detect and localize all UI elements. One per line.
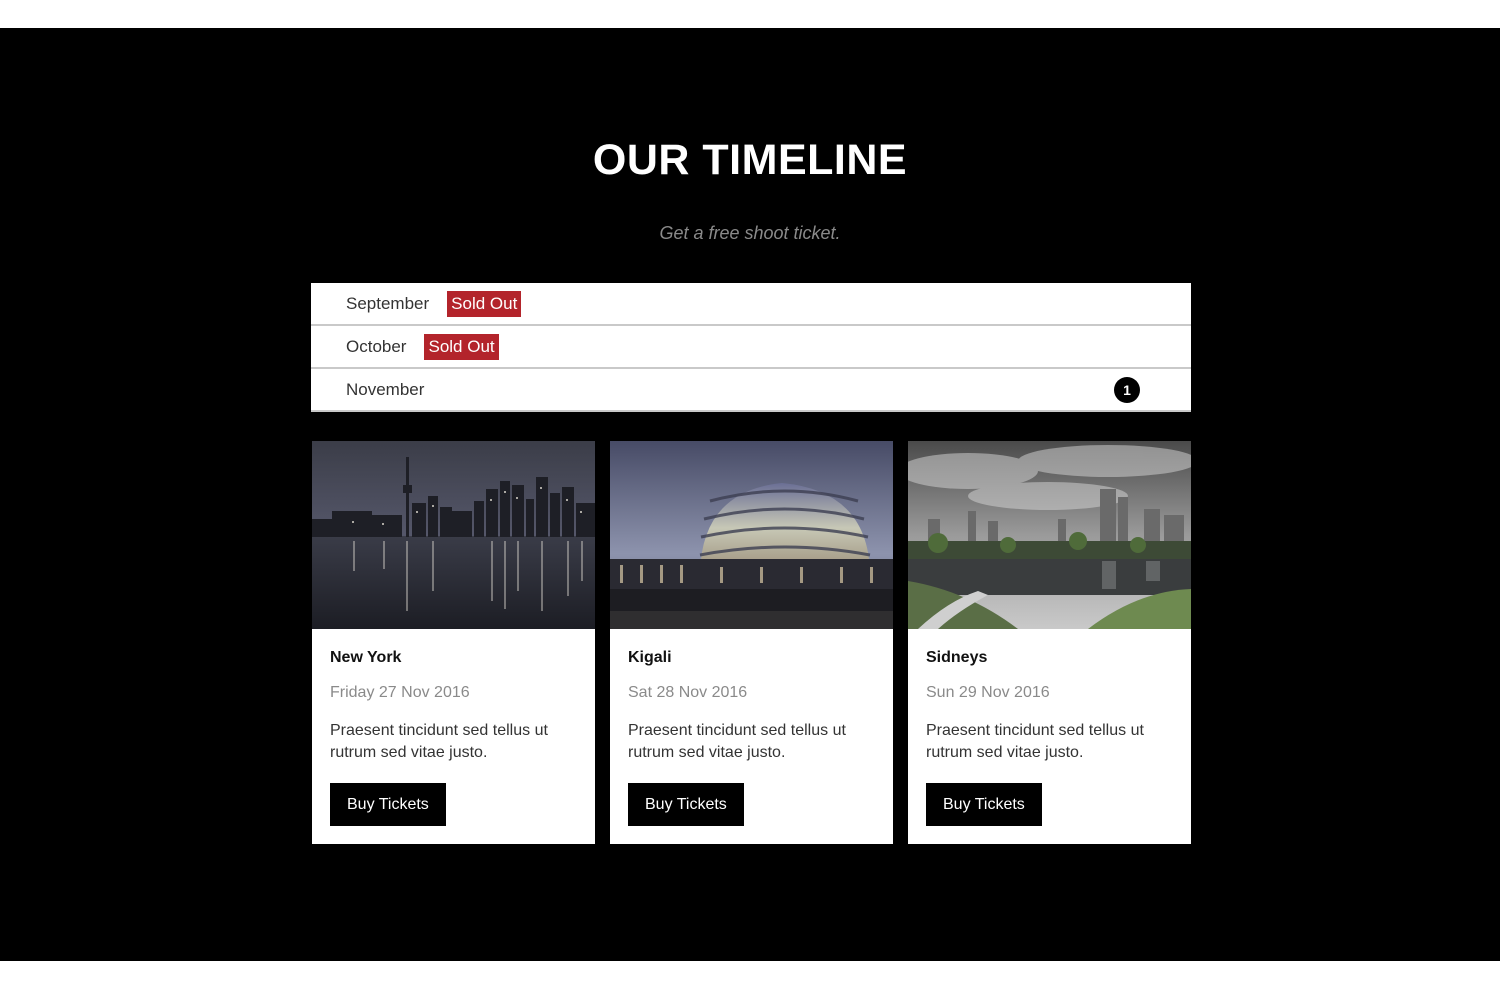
dome-building-image bbox=[610, 441, 893, 629]
event-description: Praesent tincidunt sed tellus ut rutrum … bbox=[330, 722, 548, 761]
event-count-badge: 1 bbox=[1114, 377, 1140, 403]
month-accordion: September Sold Out October Sold Out Nove… bbox=[311, 283, 1191, 412]
month-row-november[interactable]: November 1 bbox=[311, 369, 1191, 412]
event-date: Friday 27 Nov 2016 bbox=[330, 684, 470, 701]
city-skyline-night-image bbox=[312, 441, 595, 629]
event-description: Praesent tincidunt sed tellus ut rutrum … bbox=[628, 722, 846, 761]
sold-out-badge: Sold Out bbox=[424, 333, 499, 360]
event-city: Sidneys bbox=[926, 649, 988, 666]
park-lake-skyline-image bbox=[908, 441, 1191, 629]
event-city: Kigali bbox=[628, 649, 672, 666]
month-label: October bbox=[346, 336, 407, 356]
buy-tickets-button[interactable]: Buy Tickets bbox=[926, 783, 1042, 826]
event-date: Sat 28 Nov 2016 bbox=[628, 684, 748, 701]
month-label: November bbox=[346, 379, 425, 399]
event-date: Sun 29 Nov 2016 bbox=[926, 684, 1050, 701]
page-subtitle: Get a free shoot ticket. bbox=[659, 223, 841, 243]
event-cards: New York Friday 27 Nov 2016 Praesent tin… bbox=[312, 441, 1192, 844]
month-label: September bbox=[346, 293, 430, 313]
sold-out-badge: Sold Out bbox=[447, 290, 522, 317]
month-row-october[interactable]: October Sold Out bbox=[311, 326, 1191, 369]
buy-tickets-button[interactable]: Buy Tickets bbox=[330, 783, 446, 826]
event-card: Sidneys Sun 29 Nov 2016 Praesent tincidu… bbox=[908, 441, 1191, 844]
month-row-september[interactable]: September Sold Out bbox=[311, 283, 1191, 326]
buy-tickets-button[interactable]: Buy Tickets bbox=[628, 783, 744, 826]
page-title: OUR TIMELINE bbox=[592, 136, 908, 184]
event-description: Praesent tincidunt sed tellus ut rutrum … bbox=[926, 722, 1144, 761]
event-city: New York bbox=[330, 649, 402, 666]
event-card: Kigali Sat 28 Nov 2016 Praesent tincidun… bbox=[610, 441, 893, 844]
event-card: New York Friday 27 Nov 2016 Praesent tin… bbox=[312, 441, 595, 844]
